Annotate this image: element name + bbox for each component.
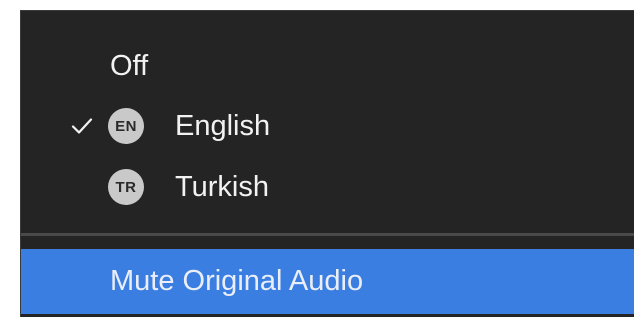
mute-original-audio-button[interactable]: Mute Original Audio xyxy=(21,249,634,314)
menu-item-off[interactable]: Off xyxy=(21,36,634,96)
menu-item-turkish[interactable]: TR Turkish xyxy=(21,157,634,217)
check-icon xyxy=(67,111,97,141)
menu-item-label: English xyxy=(175,109,271,142)
menu-item-english[interactable]: EN English xyxy=(21,96,634,156)
menu-item-label: Turkish xyxy=(175,170,269,203)
language-badge-en: EN xyxy=(108,108,144,144)
menu-item-label: Off xyxy=(110,49,149,82)
page: Off EN English TR Turkish Mute Original … xyxy=(0,0,634,321)
menu-divider xyxy=(21,233,634,236)
mute-original-audio-label: Mute Original Audio xyxy=(110,265,364,297)
language-badge-tr: TR xyxy=(108,169,144,205)
language-interpretation-menu: Off EN English TR Turkish Mute Original … xyxy=(20,10,634,317)
